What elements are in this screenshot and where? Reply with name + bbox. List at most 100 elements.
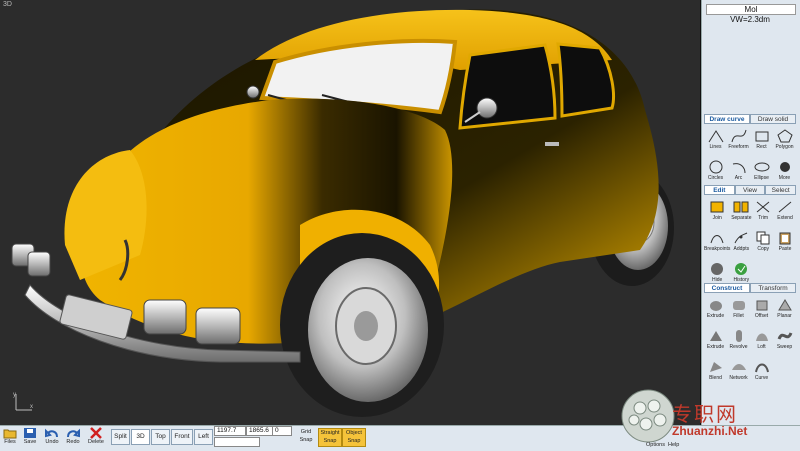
coord-y-field[interactable]: 1865.6	[246, 426, 274, 436]
axis-y-label: y	[13, 392, 16, 398]
tab-transform[interactable]: Transform	[750, 283, 796, 293]
document-name-field[interactable]: Mol	[706, 4, 796, 15]
rect-icon	[755, 131, 768, 142]
tool-loft[interactable]: Loft	[750, 326, 773, 357]
grid-snap-toggle[interactable]: Grid Snap	[295, 428, 317, 445]
arc-icon	[732, 163, 745, 174]
tab-view[interactable]: View	[734, 185, 766, 195]
edit-tools-grid: Join Separate Trim Extend Breakpoints Ad…	[704, 197, 796, 290]
more-icon	[779, 162, 790, 172]
tool-breakpoints[interactable]: Breakpoints	[704, 228, 730, 259]
tool-separate[interactable]: Separate	[730, 197, 752, 228]
document-size-readout: VW=2.3dm	[730, 15, 770, 24]
command-input[interactable]	[214, 437, 260, 447]
options-button[interactable]: Options	[646, 427, 665, 448]
curve-icon	[754, 363, 769, 373]
object-snap-toggle[interactable]: Object Snap	[342, 428, 366, 447]
tool-addpts[interactable]: Addpts	[730, 228, 752, 259]
draw-tabs: Draw curve Draw solid	[704, 114, 796, 124]
view-front-button[interactable]: Front	[171, 429, 193, 445]
tool-blend[interactable]: Blend	[704, 357, 727, 388]
tool-network[interactable]: Network	[727, 357, 750, 388]
tool-revolve[interactable]: Revolve	[727, 326, 750, 357]
redo-button[interactable]: Redo	[66, 427, 80, 445]
ellipse-icon	[754, 162, 769, 172]
paste-icon	[779, 232, 791, 245]
tool-rect[interactable]: Rect	[750, 126, 773, 157]
straight-snap-toggle[interactable]: Straight Snap	[318, 428, 342, 447]
tool-ellipse[interactable]: Ellipse	[750, 157, 773, 188]
tool-more[interactable]: More	[773, 157, 796, 188]
tool-arc[interactable]: Arc	[727, 157, 750, 188]
car-model[interactable]	[0, 0, 700, 425]
tool-lines[interactable]: Lines	[704, 126, 727, 157]
tab-select[interactable]: Select	[765, 185, 797, 195]
coord-x-field[interactable]: 1197.7	[214, 426, 246, 436]
freeform-icon	[731, 129, 746, 143]
view-3d-button[interactable]: 3D	[131, 429, 150, 445]
tool-circles[interactable]: Circles	[704, 157, 727, 188]
axis-x-label: x	[30, 404, 33, 410]
construct-tabs: Construct Transform	[704, 283, 796, 293]
join-icon	[710, 201, 724, 213]
coord-z-field[interactable]: 0	[272, 426, 292, 436]
tool-extrude-2[interactable]: Extrude	[704, 326, 727, 357]
loft-icon	[755, 333, 768, 341]
tool-polygon[interactable]: Polygon	[773, 126, 796, 157]
planar-icon	[777, 299, 792, 311]
sweep-icon	[777, 332, 792, 340]
folder-icon	[3, 429, 17, 439]
watermark-text: 专职网	[672, 402, 738, 426]
lines-icon	[708, 130, 723, 143]
tool-trim[interactable]: Trim	[752, 197, 774, 228]
blend-icon	[709, 362, 722, 372]
front-wheel	[280, 233, 444, 417]
addpts-icon	[734, 232, 748, 244]
tool-planar[interactable]: Planar	[773, 295, 796, 326]
tab-draw-curve[interactable]: Draw curve	[704, 114, 750, 124]
delete-icon	[90, 427, 102, 439]
tool-offset[interactable]: Offset	[750, 295, 773, 326]
copy-icon	[756, 231, 770, 245]
tool-paste[interactable]: Paste	[774, 228, 796, 259]
polygon-icon	[776, 129, 793, 143]
files-button[interactable]: Files	[3, 427, 17, 445]
tool-curve[interactable]: Curve	[750, 357, 773, 388]
tool-sweep[interactable]: Sweep	[773, 326, 796, 357]
history-icon	[735, 263, 748, 275]
save-button[interactable]: Save	[23, 427, 37, 445]
tab-draw-solid[interactable]: Draw solid	[750, 114, 796, 124]
view-split-button[interactable]: Split	[111, 429, 130, 445]
tool-extrude[interactable]: Extrude	[704, 295, 727, 326]
undo-icon	[45, 428, 58, 438]
viewport-3d[interactable]: 3D y x	[0, 0, 701, 425]
extend-icon	[778, 201, 792, 213]
axis-indicator: y x	[13, 392, 33, 411]
delete-button[interactable]: Delete	[88, 427, 104, 445]
undo-button[interactable]: Undo	[45, 427, 59, 445]
hide-icon	[711, 263, 724, 275]
tool-join[interactable]: Join	[704, 197, 730, 228]
tool-fillet[interactable]: Fillet	[727, 295, 750, 326]
separate-icon	[733, 201, 749, 213]
view-top-button[interactable]: Top	[151, 429, 170, 445]
network-icon	[731, 364, 746, 370]
draw-tools-grid: Lines Freeform Rect Polygon Circles Arc …	[704, 126, 796, 188]
view-left-button[interactable]: Left	[194, 429, 213, 445]
tool-copy[interactable]: Copy	[752, 228, 774, 259]
extrude2-icon	[709, 331, 722, 341]
edit-tabs: Edit View Select	[704, 185, 797, 195]
trim-icon	[756, 201, 770, 213]
tab-edit[interactable]: Edit	[704, 185, 735, 195]
offset-icon	[756, 300, 767, 311]
extrude-icon	[709, 301, 722, 311]
save-icon	[24, 428, 36, 438]
tab-construct[interactable]: Construct	[704, 283, 750, 293]
tool-freeform[interactable]: Freeform	[727, 126, 750, 157]
redo-icon	[67, 428, 80, 438]
construct-tools-grid: Extrude Fillet Offset Planar Extrude Rev…	[704, 295, 796, 388]
tool-extend[interactable]: Extend	[774, 197, 796, 228]
breakpoints-icon	[710, 235, 724, 244]
circles-icon	[709, 160, 722, 174]
revolve-icon	[735, 330, 742, 342]
